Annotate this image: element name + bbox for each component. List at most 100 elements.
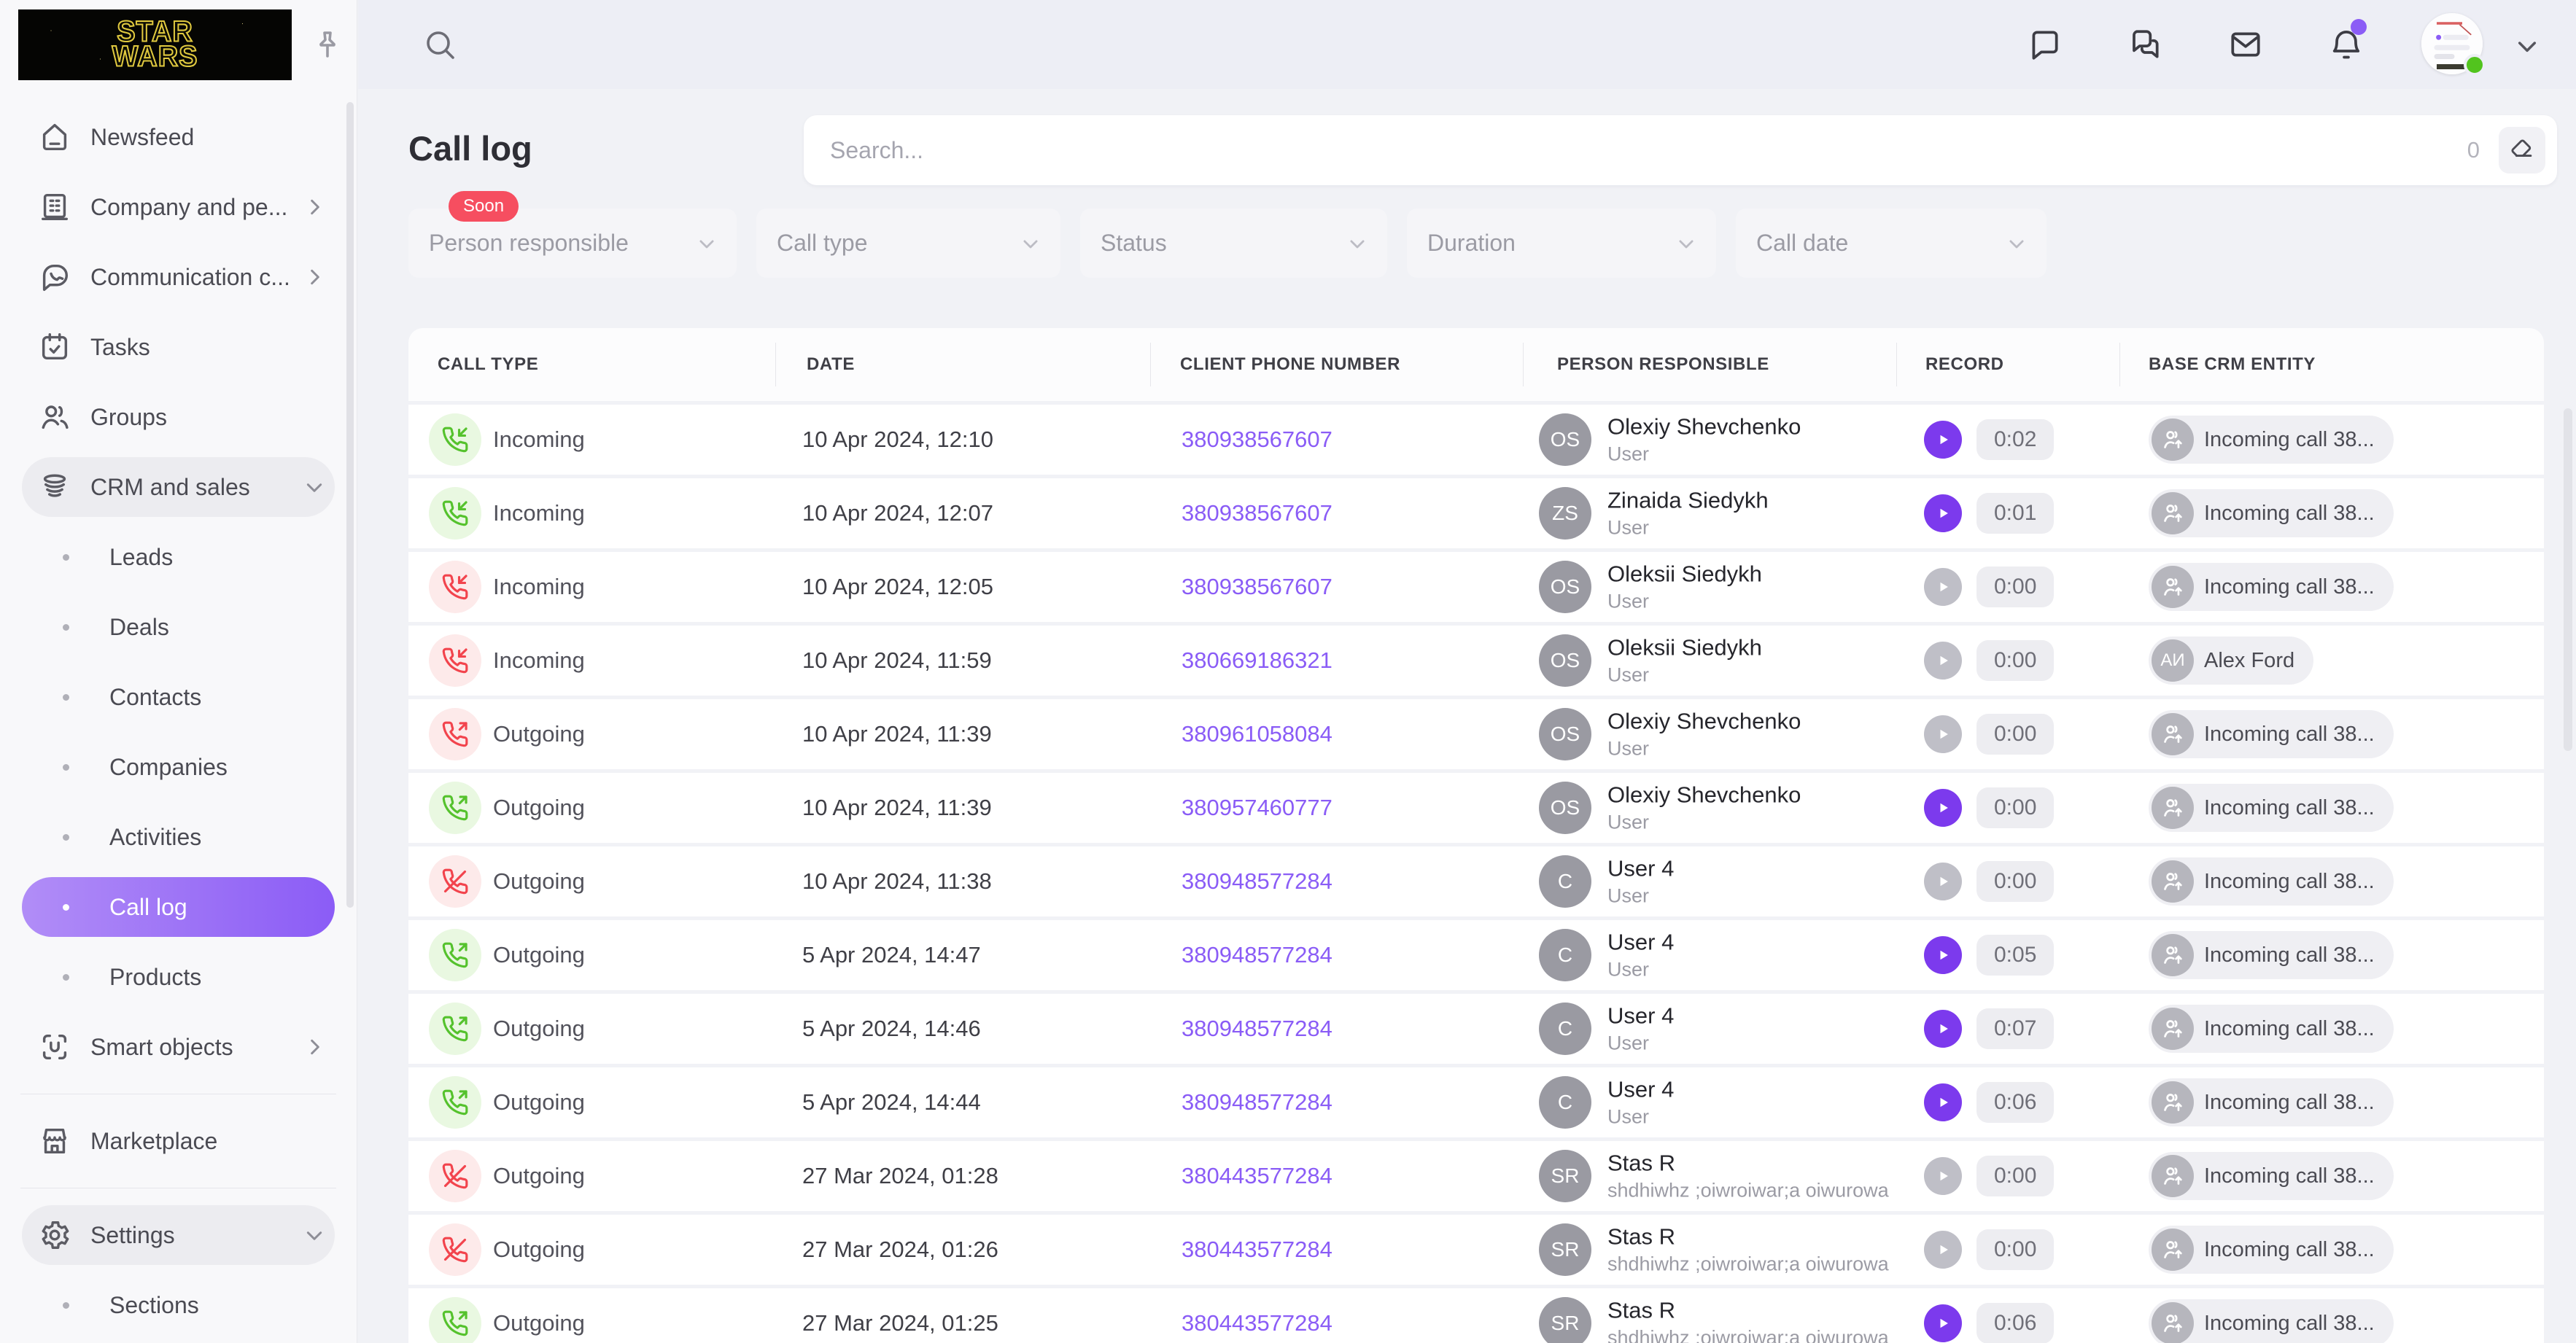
client-phone-link[interactable]: 380948577284	[1182, 1016, 1332, 1042]
play-record-button[interactable]	[1924, 568, 1962, 606]
base-crm-entity-chip[interactable]: АИ Alex Ford	[2149, 637, 2313, 685]
sidebar-item-communication-channels[interactable]: Communication c...	[0, 242, 357, 312]
filter-person-responsible[interactable]: SoonPerson responsible	[408, 209, 737, 278]
base-crm-entity-chip[interactable]: Incoming call 38...	[2149, 489, 2394, 537]
chevron-down-icon[interactable]	[2513, 32, 2541, 60]
column-header[interactable]: Person responsible	[1557, 354, 1769, 375]
column-header[interactable]: Base CRM entity	[2149, 354, 2316, 375]
client-phone-link[interactable]: 380948577284	[1182, 868, 1332, 895]
table-row[interactable]: Outgoing 5 Apr 2024, 14:47 380948577284 …	[408, 920, 2544, 990]
client-phone-link[interactable]: 380938567607	[1182, 427, 1332, 453]
base-crm-entity-chip[interactable]: Incoming call 38...	[2149, 1078, 2394, 1126]
column-header[interactable]: Record	[1925, 354, 2004, 375]
base-crm-entity-chip[interactable]: Incoming call 38...	[2149, 710, 2394, 758]
sidebar-item-settings[interactable]: Settings	[0, 1200, 357, 1270]
filter-call-type[interactable]: Call type	[756, 209, 1060, 278]
play-record-button[interactable]	[1924, 494, 1962, 532]
play-record-button[interactable]	[1924, 789, 1962, 827]
client-phone-link[interactable]: 380938567607	[1182, 500, 1332, 526]
sidebar-item-groups[interactable]: Groups	[0, 382, 357, 452]
base-crm-entity-chip[interactable]: Incoming call 38...	[2149, 1226, 2394, 1274]
play-icon	[1932, 871, 1954, 892]
table-row[interactable]: Outgoing 10 Apr 2024, 11:39 380961058084…	[408, 699, 2544, 769]
client-phone-link[interactable]: 380948577284	[1182, 942, 1332, 968]
base-crm-entity-chip[interactable]: Incoming call 38...	[2149, 416, 2394, 464]
column-header[interactable]: Date	[807, 354, 855, 375]
avatar[interactable]	[2421, 13, 2483, 74]
sidebar-item-marketplace[interactable]: Marketplace	[0, 1106, 357, 1176]
brand-logo[interactable]: STAR WARS	[18, 9, 292, 80]
play-record-button[interactable]	[1924, 1010, 1962, 1048]
base-crm-entity-chip[interactable]: Incoming call 38...	[2149, 1005, 2394, 1053]
entity-label: Incoming call 38...	[2204, 1164, 2375, 1188]
client-phone-link[interactable]: 380961058084	[1182, 721, 1332, 747]
table-row[interactable]: Incoming 10 Apr 2024, 12:10 380938567607…	[408, 405, 2544, 475]
sidebar-item-smart-objects[interactable]: Smart objects	[0, 1012, 357, 1082]
column-separator	[2119, 343, 2120, 386]
table-row[interactable]: Outgoing 27 Mar 2024, 01:26 380443577284…	[408, 1215, 2544, 1285]
client-phone-link[interactable]: 380443577284	[1182, 1163, 1332, 1189]
play-record-button[interactable]	[1924, 1231, 1962, 1269]
sidebar-item-activities[interactable]: Activities	[0, 802, 357, 872]
play-record-button[interactable]	[1924, 421, 1962, 459]
person-arrow-icon	[2152, 1229, 2194, 1271]
sidebar-item-contacts[interactable]: Contacts	[0, 662, 357, 732]
base-crm-entity-chip[interactable]: Incoming call 38...	[2149, 563, 2394, 611]
base-crm-entity-chip[interactable]: Incoming call 38...	[2149, 1299, 2394, 1343]
call-date: 27 Mar 2024, 01:25	[802, 1310, 998, 1336]
sidebar-item-deals[interactable]: Deals	[0, 592, 357, 662]
play-record-button[interactable]	[1924, 715, 1962, 753]
client-phone-link[interactable]: 380938567607	[1182, 574, 1332, 600]
search-icon[interactable]	[422, 27, 457, 62]
base-crm-entity-chip[interactable]: Incoming call 38...	[2149, 931, 2394, 979]
table-row[interactable]: Incoming 10 Apr 2024, 11:59 380669186321…	[408, 626, 2544, 696]
column-header[interactable]: Client phone number	[1180, 354, 1400, 375]
sidebar-item-crm-and-sales[interactable]: CRM and sales	[0, 452, 357, 522]
client-phone-link[interactable]: 380948577284	[1182, 1089, 1332, 1116]
main-scrollbar[interactable]	[2564, 408, 2572, 751]
chats-icon[interactable]	[2127, 26, 2163, 63]
play-record-button[interactable]	[1924, 1157, 1962, 1195]
table-row[interactable]: Incoming 10 Apr 2024, 12:07 380938567607…	[408, 478, 2544, 548]
sidebar-item-products[interactable]: Products	[0, 942, 357, 1012]
filter-call-date[interactable]: Call date	[1736, 209, 2047, 278]
filter-status[interactable]: Status	[1080, 209, 1387, 278]
base-crm-entity-chip[interactable]: Incoming call 38...	[2149, 784, 2394, 832]
play-record-button[interactable]	[1924, 936, 1962, 974]
call-log-table: Call type Date Client phone number Person r…	[408, 328, 2544, 1343]
table-row[interactable]: Outgoing 10 Apr 2024, 11:38 380948577284…	[408, 846, 2544, 916]
table-row[interactable]: Outgoing 5 Apr 2024, 14:46 380948577284 …	[408, 994, 2544, 1064]
entity-label: Incoming call 38...	[2204, 796, 2375, 820]
play-record-button[interactable]	[1924, 1083, 1962, 1121]
filter-duration[interactable]: Duration	[1407, 209, 1716, 278]
table-row[interactable]: Outgoing 27 Mar 2024, 01:28 380443577284…	[408, 1141, 2544, 1211]
play-record-button[interactable]	[1924, 1304, 1962, 1342]
table-row[interactable]: Incoming 10 Apr 2024, 12:05 380938567607…	[408, 552, 2544, 622]
sidebar-item-sections[interactable]: Sections	[0, 1270, 357, 1340]
pin-sidebar-icon[interactable]	[310, 28, 345, 63]
column-header[interactable]: Call type	[438, 354, 538, 375]
play-record-button[interactable]	[1924, 863, 1962, 900]
client-phone-link[interactable]: 380443577284	[1182, 1310, 1332, 1336]
sidebar-item-tasks[interactable]: Tasks	[0, 312, 357, 382]
table-row[interactable]: Outgoing 27 Mar 2024, 01:25 380443577284…	[408, 1288, 2544, 1343]
chevron-down-icon	[1020, 233, 1041, 254]
table-row[interactable]: Outgoing 5 Apr 2024, 14:44 380948577284 …	[408, 1067, 2544, 1137]
mail-icon[interactable]	[2227, 26, 2264, 63]
client-phone-link[interactable]: 380443577284	[1182, 1237, 1332, 1263]
sidebar-item-company-and-people[interactable]: Company and pe...	[0, 172, 357, 242]
client-phone-link[interactable]: 380669186321	[1182, 647, 1332, 674]
clear-search-button[interactable]	[2499, 127, 2545, 174]
play-record-button[interactable]	[1924, 642, 1962, 680]
table-row[interactable]: Outgoing 10 Apr 2024, 11:39 380957460777…	[408, 773, 2544, 843]
sidebar-item-call-log[interactable]: Call log	[0, 872, 357, 942]
base-crm-entity-chip[interactable]: Incoming call 38...	[2149, 857, 2394, 906]
sidebar-item-newsfeed[interactable]: Newsfeed	[0, 102, 357, 172]
search-input[interactable]	[804, 137, 2467, 164]
sidebar-item-companies[interactable]: Companies	[0, 732, 357, 802]
comment-icon[interactable]	[2026, 26, 2063, 63]
sidebar-item-leads[interactable]: Leads	[0, 522, 357, 592]
client-phone-link[interactable]: 380957460777	[1182, 795, 1332, 821]
sidebar-scrollbar[interactable]	[346, 102, 354, 908]
base-crm-entity-chip[interactable]: Incoming call 38...	[2149, 1152, 2394, 1200]
